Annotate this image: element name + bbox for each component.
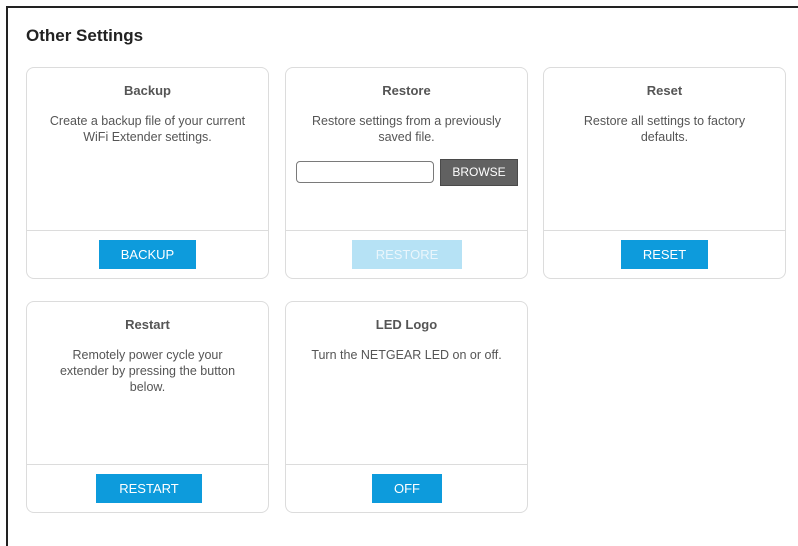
restore-button[interactable]: RESTORE — [352, 240, 462, 269]
backup-card-description: Create a backup file of your current WiF… — [49, 114, 246, 144]
backup-button[interactable]: BACKUP — [99, 240, 196, 269]
restore-card-description: Restore settings from a previously saved… — [312, 114, 501, 144]
reset-card-description: Restore all settings to factory defaults… — [583, 114, 746, 144]
restart-card: Restart Remotely power cycle your extend… — [26, 301, 269, 513]
restart-button[interactable]: RESTART — [96, 474, 202, 503]
backup-card-title: Backup — [124, 83, 171, 98]
restore-card: Restore Restore settings from a previous… — [285, 67, 528, 279]
restart-card-title: Restart — [125, 317, 170, 332]
reset-card-title: Reset — [646, 83, 683, 98]
led-logo-card-title: LED Logo — [375, 317, 438, 332]
backup-card-divider — [27, 230, 268, 231]
led-toggle-button[interactable]: OFF — [372, 474, 442, 503]
restore-card-title: Restore — [382, 83, 431, 98]
led-logo-card-description: Turn the NETGEAR LED on or off. — [311, 348, 502, 362]
reset-card: Reset Restore all settings to factory de… — [543, 67, 786, 279]
backup-card: Backup Create a backup file of your curr… — [26, 67, 269, 279]
reset-button[interactable]: RESET — [621, 240, 708, 269]
restore-card-divider — [286, 230, 527, 231]
restore-file-input[interactable] — [296, 161, 434, 183]
restart-card-divider — [27, 464, 268, 465]
led-logo-card-divider — [286, 464, 527, 465]
browse-button[interactable]: BROWSE — [440, 159, 518, 186]
restart-card-description: Remotely power cycle your extender by pr… — [59, 348, 236, 394]
page-title: Other Settings — [26, 26, 144, 45]
reset-card-divider — [544, 230, 785, 231]
led-logo-card: LED Logo Turn the NETGEAR LED on or off.… — [285, 301, 528, 513]
